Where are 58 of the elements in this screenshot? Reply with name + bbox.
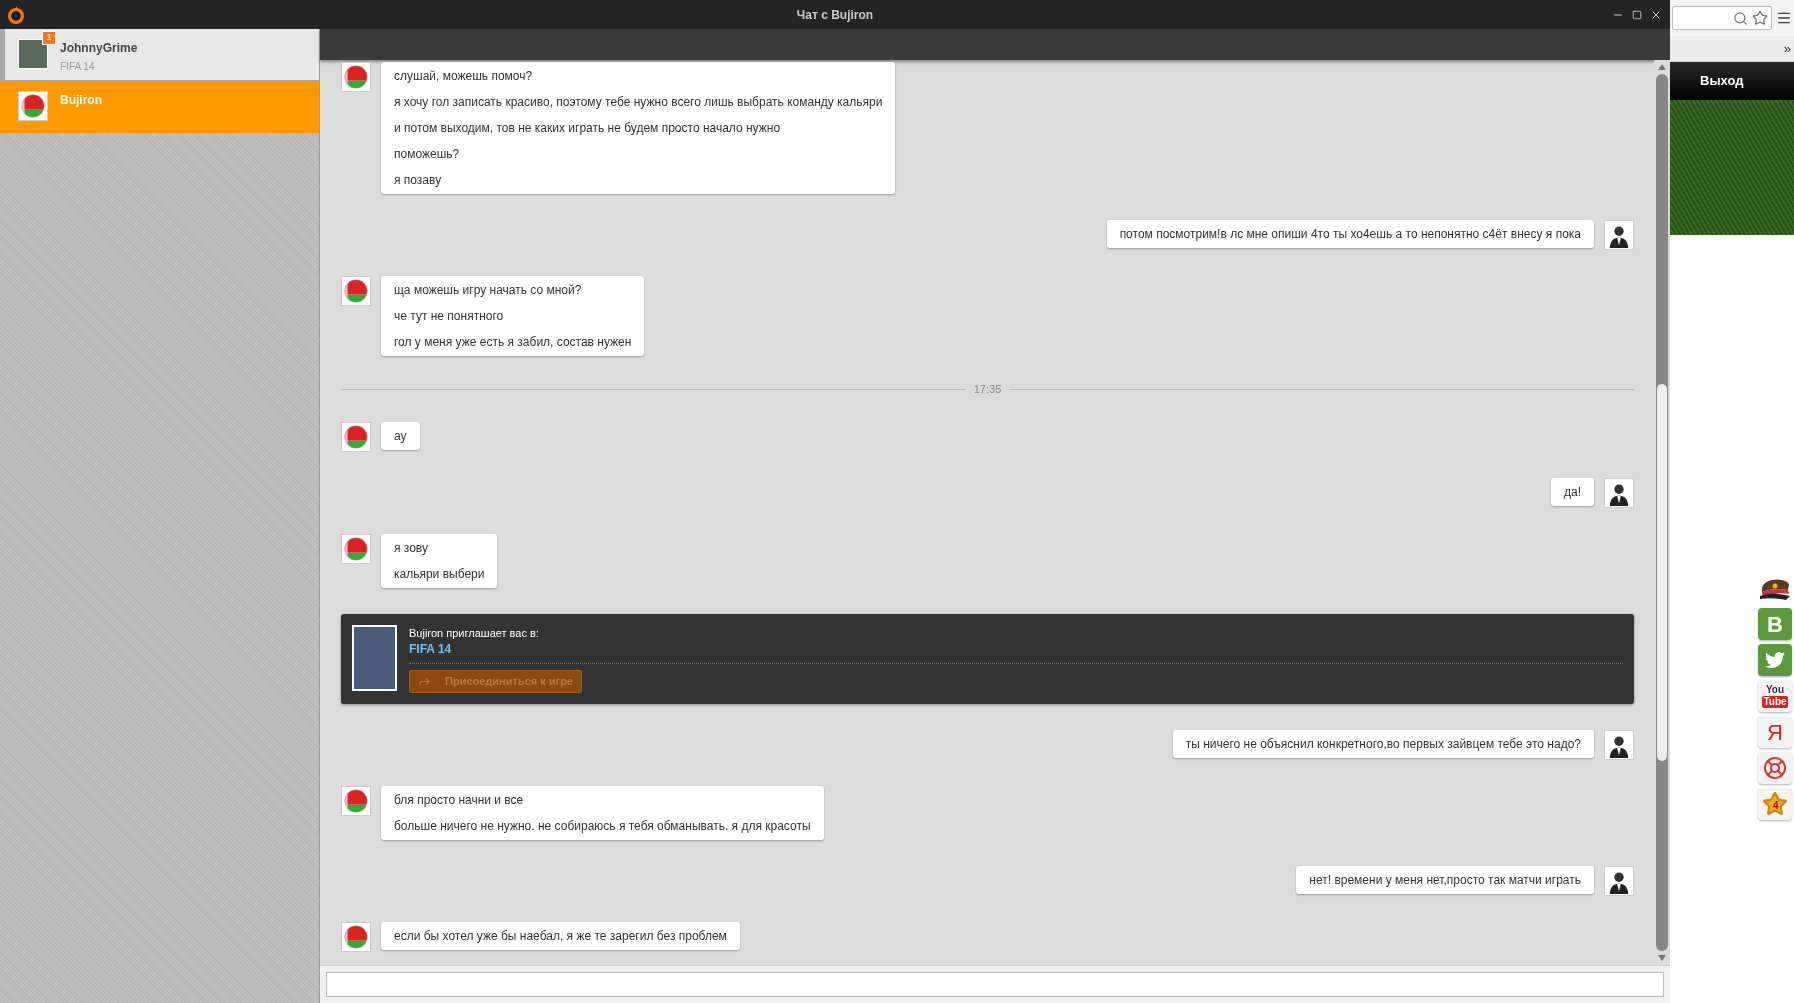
flag-avatar: [341, 786, 371, 816]
message-text: ау: [394, 428, 407, 445]
contact-name: Bujiron: [60, 92, 102, 109]
message-text: кальяри выбери: [394, 566, 485, 583]
message-text: если бы хотел уже бы наебал, я же те зарегил без проблем: [394, 928, 727, 945]
logout-link[interactable]: Выход: [1700, 71, 1744, 91]
message-text: я позаву: [394, 172, 443, 189]
scrollbar-thumb[interactable]: [1657, 384, 1667, 761]
person-avatar: [1604, 730, 1634, 760]
message-text: ща можешь игру начать со мной?: [394, 282, 583, 299]
menu-icon[interactable]: [1776, 10, 1792, 26]
message-text: бля просто начни и все: [394, 792, 525, 809]
message-text: потом посмотрим!в лс мне опиши 4то ты хо4ешь а то непонятно с4ёт внесу я пока: [1119, 226, 1581, 243]
maximize-icon[interactable]: [1632, 9, 1642, 20]
message-text: че тут не понятного: [394, 308, 505, 325]
person-avatar: [1604, 478, 1634, 508]
message-text: я хочу гол записать красиво, поэтому тебе нужно всего лишь выбрать команду кальяри: [394, 94, 883, 111]
message-text: нет! времени у меня нет,просто так матчи играть: [1309, 872, 1581, 889]
flag-avatar: [341, 922, 371, 952]
message-text: ты ничего не объяснил конкретного,во первых зайвцем тебе это надо?: [1185, 736, 1581, 753]
scroll-down-icon[interactable]: [1658, 955, 1666, 961]
message-text: и потом выходим, тов не каких играть не будем просто начало нужно: [394, 120, 782, 137]
game-link[interactable]: FIFA 14: [409, 641, 1623, 657]
message-text: больше ничего не нужно. не собираюсь я тебя обманывать. я для красоты: [394, 818, 811, 835]
flag-avatar: [341, 62, 371, 92]
message-text: да!: [1564, 484, 1581, 501]
search-icon[interactable]: [1733, 10, 1748, 26]
browser-search-field[interactable]: [1672, 6, 1772, 30]
scroll-up-icon[interactable]: [1658, 64, 1666, 70]
bookmark-star-icon[interactable]: [1752, 10, 1768, 26]
vk-icon[interactable]: В: [1758, 608, 1792, 640]
message-text: я зову: [394, 540, 429, 557]
share-arrow-icon: [418, 675, 431, 688]
invite-text: Bujiron приглашает вас в:: [409, 626, 540, 641]
lifebuoy-icon[interactable]: [1758, 752, 1792, 784]
contact-status: FIFA 14: [60, 60, 96, 74]
time-divider: 17:35: [973, 381, 1002, 397]
message-input-field[interactable]: [326, 972, 1664, 997]
person-avatar: [1604, 866, 1634, 896]
person-avatar: [1604, 220, 1634, 250]
contact-name: JohnnyGrime: [60, 40, 138, 57]
message-text: слушай, можешь помоч?: [394, 68, 534, 85]
message-text: поможешь?: [394, 146, 461, 163]
youtube-icon[interactable]: You Tube: [1758, 680, 1792, 712]
photo-placeholder: [18, 39, 48, 69]
game-cover-placeholder: [352, 625, 397, 691]
flag-avatar: [341, 422, 371, 452]
message-text: гол у меня уже есть я забил, состав нужен: [394, 334, 632, 351]
twitter-icon[interactable]: [1758, 644, 1792, 676]
flag-avatar: [18, 91, 48, 121]
window-title: Чат с Bujiron: [796, 6, 874, 24]
flag-avatar: [341, 534, 371, 564]
bookmarks-overflow[interactable]: »: [1783, 38, 1791, 59]
contact-item[interactable]: 1 JohnnyGrime FIFA 14: [0, 29, 319, 81]
flag-avatar: [341, 276, 371, 306]
unread-badge: 1: [42, 31, 56, 45]
app-logo-icon: [8, 5, 24, 24]
yandex-icon[interactable]: Я: [1758, 716, 1792, 748]
